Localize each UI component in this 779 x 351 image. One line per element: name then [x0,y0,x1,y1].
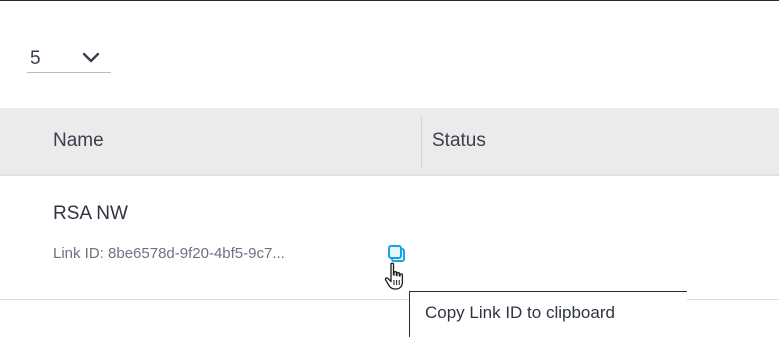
chevron-down-icon [82,52,100,63]
page-size-value: 5 [30,48,41,69]
copy-tooltip: Copy Link ID to clipboard [409,291,687,337]
table-header: Name Status [0,108,779,176]
copy-icon[interactable] [388,245,406,263]
column-header-status[interactable]: Status [432,130,486,152]
tooltip-text: Copy Link ID to clipboard [425,303,615,322]
page-size-select[interactable]: 5 [27,46,111,73]
column-divider[interactable] [421,116,422,168]
hand-pointer-cursor [384,262,404,290]
row-link-id: Link ID: 8be6578d-9f20-4bf5-9c7... [53,245,285,262]
top-border [0,0,779,1]
column-header-name[interactable]: Name [53,130,104,152]
row-name[interactable]: RSA NW [53,203,128,225]
